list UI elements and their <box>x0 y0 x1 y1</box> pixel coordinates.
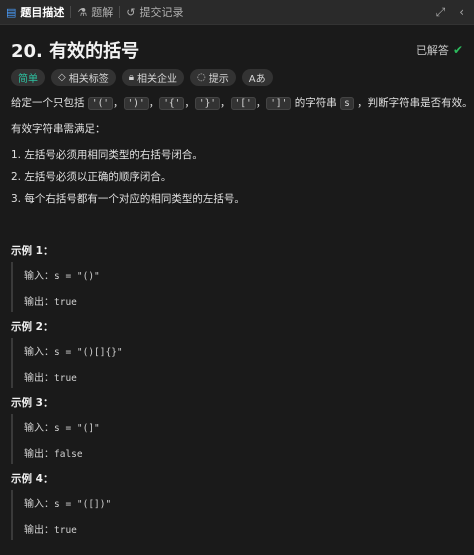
document-icon: ▤ <box>6 5 17 19</box>
output-label: 输出： <box>24 525 54 536</box>
char-chip: ')' <box>123 97 149 110</box>
related-tags-label: 相关标签 <box>68 74 109 85</box>
tag-row: 简单 ◇ 相关标签 🔒︎ 相关企业 ◌ 提示 Aあ <box>11 69 273 86</box>
tab-description[interactable]: ▤ 题目描述 <box>0 0 70 24</box>
input-label: 输入： <box>24 499 54 510</box>
related-tags-button[interactable]: ◇ 相关标签 <box>51 69 116 86</box>
tag-icon: ◇ <box>58 72 66 83</box>
solved-badge: 已解答 ✔ <box>416 42 463 58</box>
flask-icon: ⚗ <box>77 5 88 19</box>
valid-title: 有效字符串需满足： <box>11 123 106 135</box>
example-input: 输入：s = "()" <box>24 267 100 282</box>
char-chip: '[' <box>230 97 256 110</box>
tab-bar: ▤ 题目描述 ⚗ 题解 ↺ 提交记录 ⤢ ‹ <box>0 0 474 25</box>
output-value: true <box>54 525 77 536</box>
difficulty-label: 简单 <box>18 74 38 85</box>
input-value: s = "()" <box>54 271 100 282</box>
example-title: 示例 2： <box>11 321 54 333</box>
related-companies-label: 相关企业 <box>137 74 178 85</box>
output-value: false <box>54 449 83 460</box>
input-value: s = "(]" <box>54 423 100 434</box>
rule-item: 2. 左括号必须以正确的顺序闭合。 <box>11 171 172 183</box>
output-label: 输出： <box>24 449 54 460</box>
check-circle-icon: ✔ <box>452 43 463 57</box>
tab-solutions[interactable]: ⚗ 题解 <box>71 0 119 24</box>
char-chip: '(' <box>87 97 114 110</box>
title-row: 20. 有效的括号 已解答 ✔ <box>11 38 463 62</box>
solved-label: 已解答 <box>415 44 449 57</box>
example-title: 示例 4： <box>11 473 54 485</box>
example-block: 输入：s = "([])" 输出：true <box>11 490 453 540</box>
output-value: true <box>54 373 77 384</box>
example-input: 输入：s = "(]" <box>24 419 100 434</box>
problem-title: 20. 有效的括号 <box>11 41 140 62</box>
lightbulb-icon: ◌ <box>197 72 206 83</box>
related-companies-button[interactable]: 🔒︎ 相关企业 <box>121 69 185 86</box>
char-chip: ']' <box>266 97 292 110</box>
output-label: 输出： <box>24 373 54 384</box>
tab-solutions-label: 题解 <box>91 6 114 19</box>
lock-icon: 🔒︎ <box>128 72 135 83</box>
translate-label: Aあ <box>248 74 266 85</box>
char-chip: '{' <box>159 97 185 110</box>
example-block: 输入：s = "()[]{}" 输出：true <box>11 338 453 388</box>
intro-prefix: 给定一个只包括 <box>11 97 88 109</box>
var-chip: s <box>340 97 354 110</box>
example-title: 示例 1： <box>11 245 54 257</box>
intro-suffix: ，判断字符串是否有效。 <box>353 97 473 109</box>
char-chip: '}' <box>194 97 221 110</box>
example-output: 输出：true <box>24 369 77 384</box>
intro-mid: 的字符串 <box>291 97 341 109</box>
tab-description-label: 题目描述 <box>20 6 65 19</box>
input-label: 输入： <box>24 271 54 282</box>
output-value: true <box>54 297 77 308</box>
input-label: 输入： <box>24 347 54 358</box>
input-label: 输入： <box>24 423 54 434</box>
tab-submissions[interactable]: ↺ 提交记录 <box>120 0 189 24</box>
example-block: 输入：s = "(]" 输出：false <box>11 414 453 464</box>
panel-controls: ⤢ ‹ <box>436 5 474 20</box>
example-title: 示例 3： <box>11 397 54 409</box>
collapse-icon[interactable]: ‹ <box>459 5 464 20</box>
example-block: 输入：s = "()" 输出：true <box>11 262 453 312</box>
example-input: 输入：s = "()[]{}" <box>24 343 123 358</box>
example-output: 输出：true <box>24 521 77 536</box>
input-value: s = "()[]{}" <box>54 347 123 358</box>
expand-icon[interactable]: ⤢ <box>436 5 446 20</box>
example-output: 输出：false <box>24 445 83 460</box>
output-label: 输出： <box>24 297 54 308</box>
hint-button[interactable]: ◌ 提示 <box>190 69 236 86</box>
translate-button[interactable]: Aあ <box>241 69 273 86</box>
hint-label: 提示 <box>208 74 229 85</box>
history-icon: ↺ <box>126 5 136 19</box>
input-value: s = "([])" <box>54 499 112 510</box>
example-output: 输出：true <box>24 293 77 308</box>
difficulty-badge: 简单 <box>11 69 45 86</box>
intro-line: 给定一个只包括 '('， ')'， '{'， '}'， '['， ']' 的字符串 s ，… <box>11 97 473 110</box>
rule-item: 1. 左括号必须用相同类型的右括号闭合。 <box>11 149 203 161</box>
example-input: 输入：s = "([])" <box>24 495 111 510</box>
tab-submissions-label: 提交记录 <box>139 6 184 19</box>
rule-item: 3. 每个右括号都有一个对应的相同类型的左括号。 <box>11 193 245 205</box>
